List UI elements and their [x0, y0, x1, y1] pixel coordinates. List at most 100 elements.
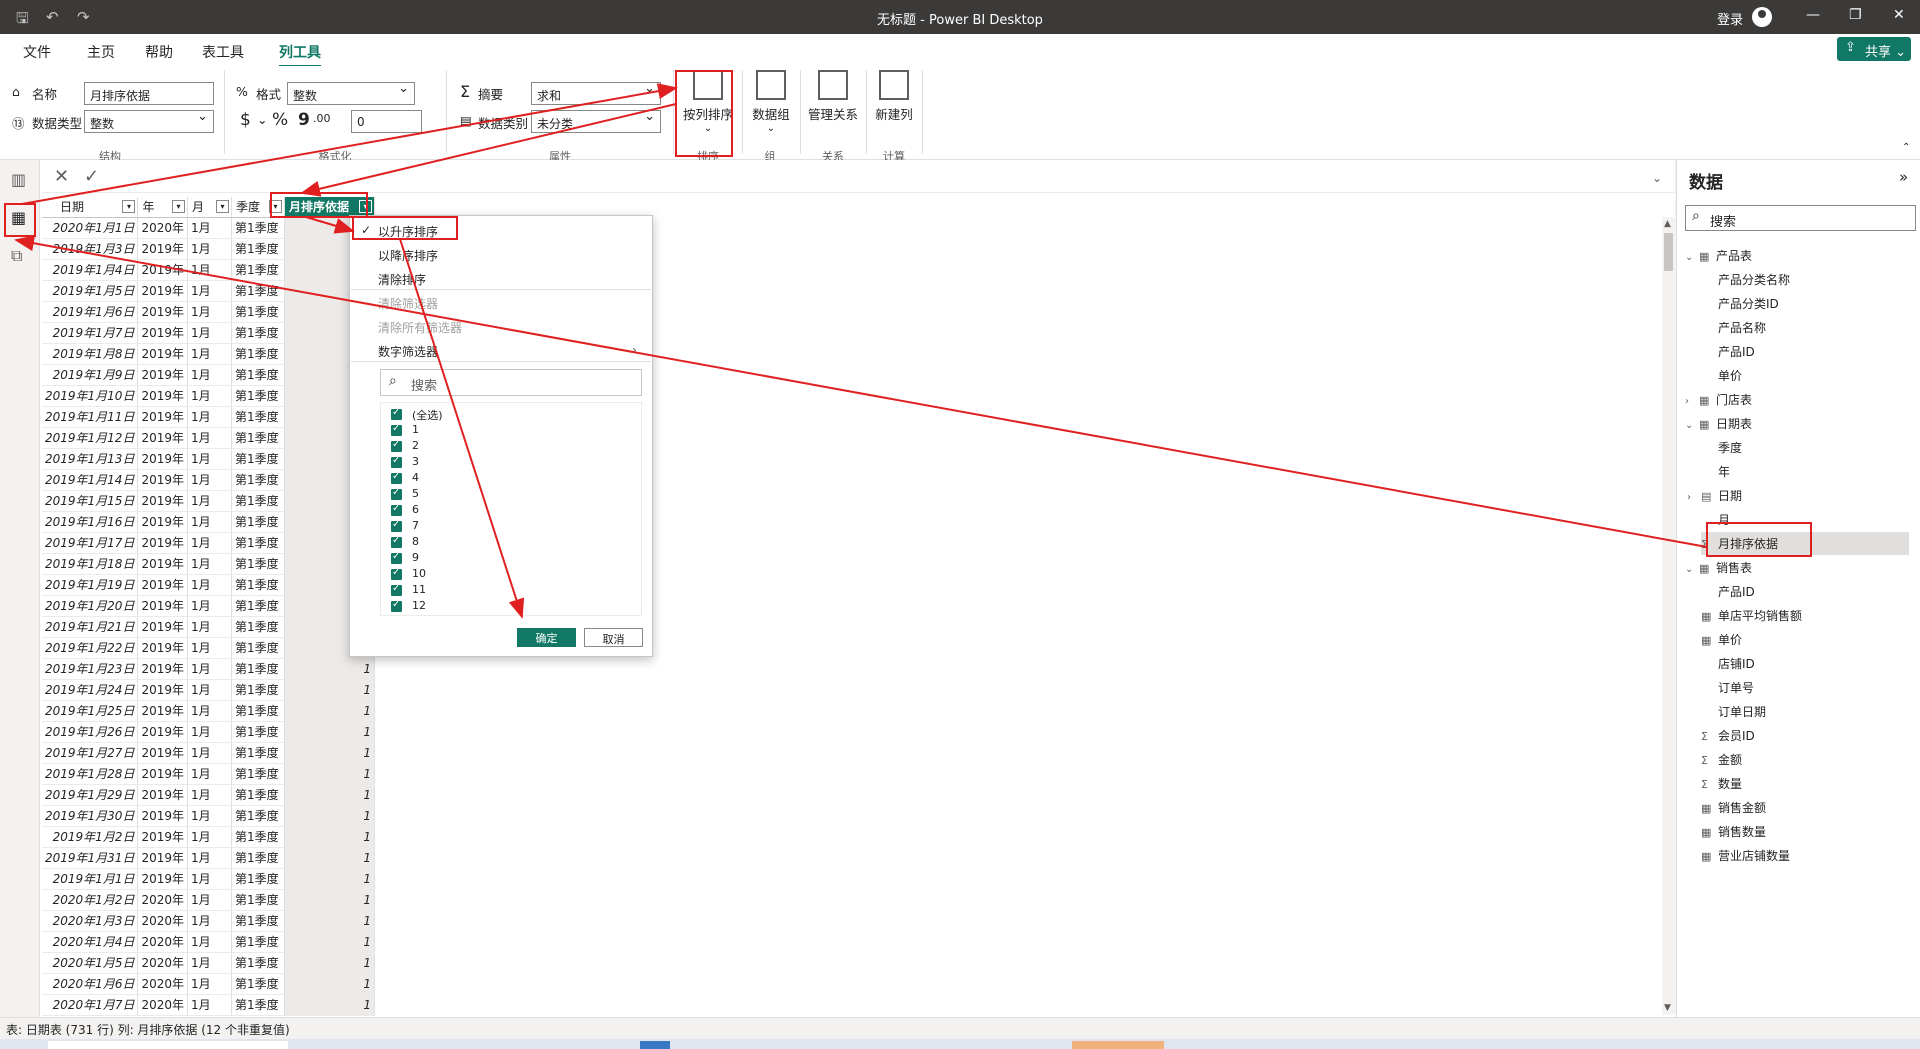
decimal-places-input[interactable]: 0: [351, 110, 422, 133]
cell-year[interactable]: 2019年: [137, 427, 188, 449]
field-node[interactable]: ▦ 单店平均销售额: [1701, 607, 1802, 624]
cell-quarter[interactable]: 第1季度: [231, 553, 285, 575]
comma-button[interactable]: 9: [298, 110, 310, 130]
scroll-up-icon[interactable]: ▲: [1664, 219, 1671, 229]
cell-quarter[interactable]: 第1季度: [231, 343, 285, 365]
cell-month[interactable]: 1月: [187, 763, 232, 785]
cell-month-sort[interactable]: 1: [284, 658, 375, 680]
cell-month-sort[interactable]: 1: [284, 826, 375, 848]
cell-year[interactable]: 2019年: [137, 658, 188, 680]
cell-month[interactable]: 1月: [187, 847, 232, 869]
cell-date[interactable]: 2020年1月5日: [42, 952, 139, 974]
cell-year[interactable]: 2019年: [137, 868, 188, 890]
field-node[interactable]: 产品ID: [1701, 583, 1755, 600]
share-button[interactable]: ⇪ 共享 ⌄: [1837, 37, 1911, 61]
field-node[interactable]: 产品名称: [1701, 319, 1766, 336]
cell-year[interactable]: 2019年: [137, 721, 188, 743]
field-node[interactable]: › ▤ 日期: [1687, 487, 1742, 504]
filter-checkbox[interactable]: [391, 423, 402, 436]
cell-date[interactable]: 2020年1月2日: [42, 889, 139, 911]
cell-month[interactable]: 1月: [187, 721, 232, 743]
cell-month[interactable]: 1月: [187, 574, 232, 596]
filter-search-input[interactable]: ⌕ 搜索: [380, 369, 642, 396]
cell-quarter[interactable]: 第1季度: [231, 469, 285, 491]
cell-date[interactable]: 2019年1月12日: [42, 427, 139, 449]
cell-date[interactable]: 2019年1月30日: [42, 805, 139, 827]
cell-date[interactable]: 2019年1月26日: [42, 721, 139, 743]
datacategory-select[interactable]: 未分类: [531, 110, 661, 133]
cell-date[interactable]: 2019年1月18日: [42, 553, 139, 575]
cell-quarter[interactable]: 第1季度: [231, 784, 285, 806]
cell-date[interactable]: 2019年1月24日: [42, 679, 139, 701]
model-view-icon[interactable]: ⧉: [11, 246, 22, 266]
filter-dropdown-icon[interactable]: ▾: [269, 200, 282, 213]
cell-year[interactable]: 2019年: [137, 322, 188, 344]
cell-year[interactable]: 2020年: [137, 931, 188, 953]
cell-month[interactable]: 1月: [187, 280, 232, 302]
cell-quarter[interactable]: 第1季度: [231, 280, 285, 302]
cell-month[interactable]: 1月: [187, 343, 232, 365]
cell-month[interactable]: 1月: [187, 217, 232, 239]
cell-year[interactable]: 2020年: [137, 994, 188, 1016]
cell-month[interactable]: 1月: [187, 952, 232, 974]
cell-month[interactable]: 1月: [187, 469, 232, 491]
vertical-scrollbar[interactable]: ▲ ▼: [1662, 217, 1675, 1015]
filter-checkbox[interactable]: [391, 535, 402, 548]
cell-quarter[interactable]: 第1季度: [231, 994, 285, 1016]
cell-quarter[interactable]: 第1季度: [231, 826, 285, 848]
filter-checkbox[interactable]: [391, 455, 402, 468]
field-node[interactable]: 产品分类ID: [1701, 295, 1779, 312]
field-node[interactable]: Σ 月排序依据: [1701, 532, 1909, 555]
cell-date[interactable]: 2019年1月3日: [42, 238, 139, 260]
tab-file[interactable]: 文件: [23, 42, 51, 62]
cancel-formula-icon[interactable]: ✕: [54, 166, 69, 187]
cell-date[interactable]: 2020年1月7日: [42, 994, 139, 1016]
summary-select[interactable]: 求和: [531, 82, 661, 105]
cell-month[interactable]: 1月: [187, 427, 232, 449]
cell-date[interactable]: 2019年1月6日: [42, 301, 139, 323]
cell-month[interactable]: 1月: [187, 364, 232, 386]
cell-year[interactable]: 2019年: [137, 763, 188, 785]
cell-date[interactable]: 2019年1月2日: [42, 826, 139, 848]
cell-year[interactable]: 2019年: [137, 679, 188, 701]
cell-month-sort[interactable]: 1: [284, 931, 375, 953]
table-node[interactable]: ⌄ ▦ 产品表: [1685, 247, 1752, 264]
report-view-icon[interactable]: ▥: [11, 170, 26, 189]
field-node[interactable]: 产品分类名称: [1701, 271, 1790, 288]
cell-month[interactable]: 1月: [187, 973, 232, 995]
filter-checkbox[interactable]: [391, 471, 402, 484]
tab-table-tools[interactable]: 表工具: [202, 42, 244, 62]
scroll-down-icon[interactable]: ▼: [1664, 1003, 1671, 1013]
taskbar-item[interactable]: [640, 1041, 670, 1049]
field-node[interactable]: ▦ 营业店铺数量: [1701, 847, 1790, 864]
user-avatar-icon[interactable]: [1752, 7, 1772, 27]
cell-quarter[interactable]: 第1季度: [231, 868, 285, 890]
cell-month-sort[interactable]: 1: [284, 847, 375, 869]
data-groups-button[interactable]: 数据组 ⌄: [748, 70, 794, 134]
tab-column-tools[interactable]: 列工具: [279, 42, 321, 68]
cell-month[interactable]: 1月: [187, 259, 232, 281]
cell-month-sort[interactable]: 1: [284, 721, 375, 743]
cell-month[interactable]: 1月: [187, 616, 232, 638]
cell-date[interactable]: 2019年1月1日: [42, 868, 139, 890]
cell-quarter[interactable]: 第1季度: [231, 448, 285, 470]
cell-month-sort[interactable]: 1: [284, 763, 375, 785]
cell-year[interactable]: 2019年: [137, 490, 188, 512]
table-node[interactable]: ⌄ ▦ 日期表: [1685, 415, 1752, 432]
number-filters-item[interactable]: 数字筛选器: [378, 343, 438, 360]
cell-quarter[interactable]: 第1季度: [231, 406, 285, 428]
restore-button[interactable]: ❐: [1849, 7, 1862, 23]
cell-month[interactable]: 1月: [187, 889, 232, 911]
filter-checkbox[interactable]: [391, 519, 402, 532]
cell-year[interactable]: 2019年: [137, 784, 188, 806]
cell-month[interactable]: 1月: [187, 406, 232, 428]
cell-year[interactable]: 2019年: [137, 385, 188, 407]
cell-quarter[interactable]: 第1季度: [231, 427, 285, 449]
cell-year[interactable]: 2019年: [137, 280, 188, 302]
cell-month-sort[interactable]: 1: [284, 889, 375, 911]
cell-month[interactable]: 1月: [187, 868, 232, 890]
cell-month[interactable]: 1月: [187, 637, 232, 659]
column-header-year[interactable]: 年 ▾: [137, 197, 188, 218]
cell-date[interactable]: 2019年1月8日: [42, 343, 139, 365]
cell-quarter[interactable]: 第1季度: [231, 973, 285, 995]
